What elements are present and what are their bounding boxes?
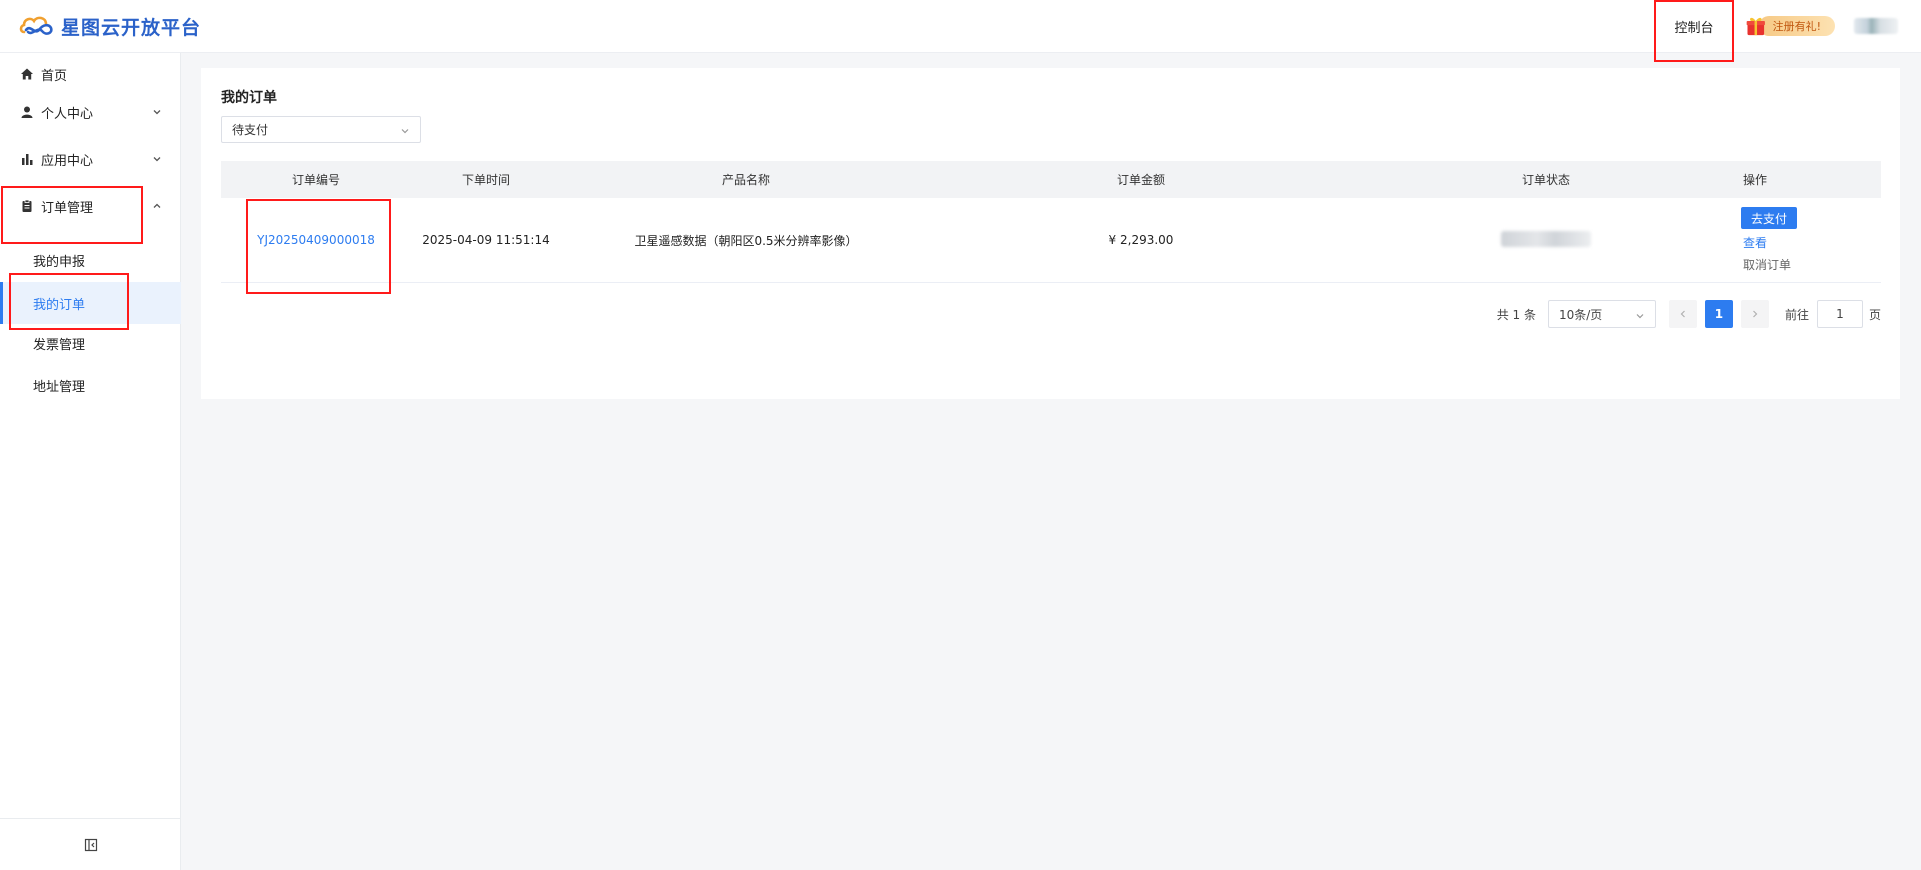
orders-card: 我的订单 待支付 订单编号 下单时间 产品名称 订单金额 订单状态 操作 YJ2…: [201, 68, 1900, 399]
page-size-value: 10条/页: [1558, 307, 1603, 322]
chevron-up-icon: [153, 203, 161, 208]
orders-table: 订单编号 下单时间 产品名称 订单金额 订单状态 操作 YJ2025040900…: [221, 161, 1881, 283]
console-link[interactable]: 控制台: [1654, 0, 1734, 62]
column-header: 下单时间: [461, 173, 510, 187]
gift-icon: [1746, 17, 1765, 36]
cancel-order-link[interactable]: 取消订单: [1743, 256, 1791, 273]
sidebar-subitem-my-orders[interactable]: 我的订单: [0, 282, 181, 324]
console-label: 控制台: [1674, 20, 1714, 36]
sidebar-item-personal-center[interactable]: 个人中心: [0, 91, 181, 133]
table-row: YJ20250409000018 2025-04-09 11:51:14 卫星遥…: [221, 198, 1881, 283]
sidebar: 首页 个人中心 应用中心 订单管理 我的申报 我的订单 发票管理 地址管理: [0, 53, 181, 870]
prev-page-button[interactable]: [1668, 300, 1697, 328]
order-amount: ¥ 2,293.00: [1108, 233, 1174, 247]
goto-page-input[interactable]: 1: [1816, 300, 1863, 328]
sidebar-item-label: 首页: [41, 68, 68, 84]
sidebar-subitem-address-management[interactable]: 地址管理: [0, 364, 181, 406]
sidebar-item-app-center[interactable]: 应用中心: [0, 138, 181, 180]
pagination-total: 共 1 条: [1496, 307, 1536, 322]
home-icon: [20, 67, 34, 81]
register-gift-badge[interactable]: 注册有礼!: [1745, 14, 1835, 38]
product-name: 卫星遥感数据（朝阳区0.5米分辨率影像）: [634, 233, 858, 248]
page-number-button[interactable]: 1: [1704, 300, 1733, 328]
sidebar-item-home[interactable]: 首页: [0, 53, 181, 95]
chevron-left-icon: [1680, 310, 1685, 318]
sidebar-subitem-label: 发票管理: [33, 337, 86, 353]
collapse-sidebar-icon: [84, 838, 97, 851]
chevron-down-icon: [1636, 314, 1644, 319]
column-header: 订单编号: [291, 173, 340, 187]
logo[interactable]: 星图云开放平台: [18, 12, 201, 40]
user-icon: [20, 105, 34, 119]
chevron-down-icon: [401, 129, 409, 134]
user-avatar[interactable]: [1854, 18, 1898, 34]
sidebar-item-label: 订单管理: [41, 200, 94, 216]
cloud-logo-icon: [19, 16, 53, 35]
order-number-link[interactable]: YJ20250409000018: [257, 233, 375, 247]
bar-chart-icon: [20, 152, 34, 166]
column-header: 产品名称: [721, 173, 770, 187]
table-header: 订单编号 下单时间 产品名称 订单金额 订单状态 操作: [221, 161, 1881, 198]
gift-label: 注册有礼!: [1758, 16, 1835, 36]
sidebar-item-label: 个人中心: [41, 106, 94, 122]
column-header: 订单金额: [1116, 173, 1165, 187]
page-title: 我的订单: [221, 90, 277, 106]
next-page-button[interactable]: [1740, 300, 1769, 328]
row-actions: 去支付 查看 取消订单: [1741, 207, 1881, 273]
clipboard-icon: [20, 199, 34, 213]
pagination: 共 1 条 10条/页 1 前往 1 页: [1497, 300, 1881, 328]
sidebar-item-order-management[interactable]: 订单管理: [0, 185, 181, 227]
page-size-select[interactable]: 10条/页: [1547, 300, 1656, 328]
order-status-value: 待支付: [232, 123, 269, 137]
view-order-link[interactable]: 查看: [1743, 234, 1767, 251]
chevron-down-icon: [153, 157, 161, 162]
chevron-right-icon: [1753, 310, 1758, 318]
sidebar-subitem-invoice-management[interactable]: 发票管理: [0, 322, 181, 364]
order-status-redacted: [1501, 230, 1591, 247]
pay-button[interactable]: 去支付: [1741, 207, 1798, 229]
column-header: 操作: [1743, 173, 1768, 187]
top-header: 星图云开放平台 控制台 注册有礼!: [0, 0, 1921, 62]
order-status-select[interactable]: 待支付: [221, 116, 421, 143]
sidebar-collapse-button[interactable]: [0, 818, 181, 870]
sidebar-item-label: 应用中心: [41, 153, 94, 169]
logo-text: 星图云开放平台: [61, 16, 202, 39]
order-time: 2025-04-09 11:51:14: [422, 233, 550, 247]
chevron-down-icon: [153, 110, 161, 115]
sidebar-subitem-label: 我的订单: [33, 297, 86, 313]
page-suffix-label: 页: [1868, 307, 1881, 322]
sidebar-subitem-label: 地址管理: [33, 379, 86, 395]
goto-label: 前往: [1784, 307, 1809, 322]
column-header: 订单状态: [1521, 173, 1570, 187]
sidebar-subitem-my-declaration[interactable]: 我的申报: [0, 239, 181, 281]
sidebar-subitem-label: 我的申报: [33, 254, 86, 270]
